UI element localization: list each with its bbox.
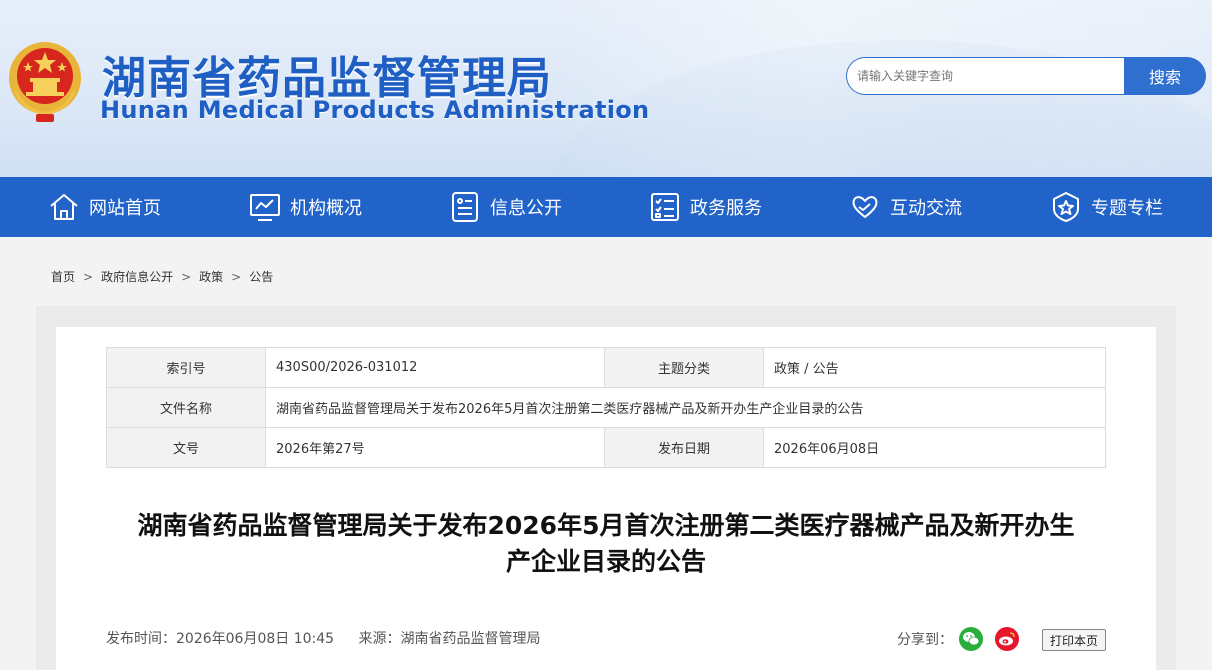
article-source: 来源：湖南省药品监督管理局 xyxy=(358,631,541,647)
breadcrumb-separator: > xyxy=(231,270,242,284)
article-title-line: 产企业目录的公告 xyxy=(505,547,706,576)
meta-value-date: 2026年06月08日 xyxy=(763,427,1106,468)
wechat-icon[interactable] xyxy=(959,627,983,651)
document-meta-table: 索引号 430S00/2026-031012 主题分类 政策 / 公告 文件名称… xyxy=(106,347,1106,468)
meta-label-topic: 主题分类 xyxy=(604,347,764,388)
weibo-icon[interactable] xyxy=(995,627,1019,651)
breadcrumb-separator: > xyxy=(181,270,192,284)
meta-label-filename: 文件名称 xyxy=(106,387,266,428)
article-info: 发布时间：2026年06月08日 10:45 来源：湖南省药品监督管理局 xyxy=(106,628,541,648)
table-row: 文件名称 湖南省药品监督管理局关于发布2026年5月首次注册第二类医疗器械产品及… xyxy=(106,387,1106,428)
nav-label-services: 政务服务 xyxy=(690,198,762,219)
breadcrumb-policy[interactable]: 政策 xyxy=(199,270,223,284)
nav-item-home[interactable]: 网站首页 xyxy=(47,177,161,237)
nav-label-interaction: 互动交流 xyxy=(890,198,962,219)
breadcrumb-separator: > xyxy=(83,270,94,284)
table-row: 文号 2026年第27号 发布日期 2026年06月08日 xyxy=(106,427,1106,468)
share-bar: 分享到： xyxy=(897,627,1019,651)
nav-item-info[interactable]: 信息公开 xyxy=(448,177,562,237)
nav-item-about[interactable]: 机构概况 xyxy=(248,177,362,237)
meta-value-filename: 湖南省药品监督管理局关于发布2026年5月首次注册第二类医疗器械产品及新开办生产… xyxy=(265,387,1106,428)
publish-time: 发布时间：2026年06月08日 10:45 xyxy=(106,631,335,647)
meta-value-topic: 政策 / 公告 xyxy=(763,347,1106,388)
breadcrumb-notice[interactable]: 公告 xyxy=(249,270,273,284)
site-subtitle-english: Hunan Medical Products Administration xyxy=(100,96,650,124)
nav-item-interaction[interactable]: 互动交流 xyxy=(848,177,962,237)
site-header: 湖南省药品监督管理局 Hunan Medical Products Admini… xyxy=(0,0,1212,177)
nav-label-home: 网站首页 xyxy=(89,198,161,219)
heart-hands-icon xyxy=(852,196,878,218)
star-badge-icon xyxy=(1053,192,1079,222)
nav-label-info: 信息公开 xyxy=(490,198,562,219)
meta-label-date: 发布日期 xyxy=(604,427,764,468)
search-input[interactable] xyxy=(846,57,1136,95)
table-row: 索引号 430S00/2026-031012 主题分类 政策 / 公告 xyxy=(106,347,1106,388)
document-info-icon xyxy=(452,192,478,222)
breadcrumb: 首页 > 政府信息公开 > 政策 > 公告 xyxy=(51,268,273,285)
nav-label-about: 机构概况 xyxy=(290,198,362,219)
breadcrumb-home[interactable]: 首页 xyxy=(51,270,75,284)
nav-item-topics[interactable]: 专题专栏 xyxy=(1049,177,1163,237)
share-label: 分享到： xyxy=(897,632,953,648)
meta-label-index: 索引号 xyxy=(106,347,266,388)
search-box: 搜索 xyxy=(846,57,1206,95)
meta-label-docno: 文号 xyxy=(106,427,266,468)
article-title-line: 湖南省药品监督管理局关于发布2026年5月首次注册第二类医疗器械产品及新开办生 xyxy=(137,511,1075,540)
breadcrumb-gov-info[interactable]: 政府信息公开 xyxy=(101,270,173,284)
search-button[interactable]: 搜索 xyxy=(1124,57,1206,95)
meta-value-index: 430S00/2026-031012 xyxy=(265,347,605,388)
home-icon xyxy=(50,194,78,220)
meta-value-docno: 2026年第27号 xyxy=(265,427,605,468)
print-button[interactable]: 打印本页 xyxy=(1042,629,1106,651)
national-emblem-icon xyxy=(9,42,81,122)
monitor-chart-icon xyxy=(250,194,280,221)
nav-label-topics: 专题专栏 xyxy=(1091,198,1163,219)
checklist-icon xyxy=(651,193,679,221)
main-nav: 网站首页 机构概况 信息公开 政务服务 互动交流 专题专栏 xyxy=(0,177,1212,237)
article-title: 湖南省药品监督管理局关于发布2026年5月首次注册第二类医疗器械产品及新开办生 … xyxy=(100,508,1112,580)
nav-item-services[interactable]: 政务服务 xyxy=(648,177,762,237)
